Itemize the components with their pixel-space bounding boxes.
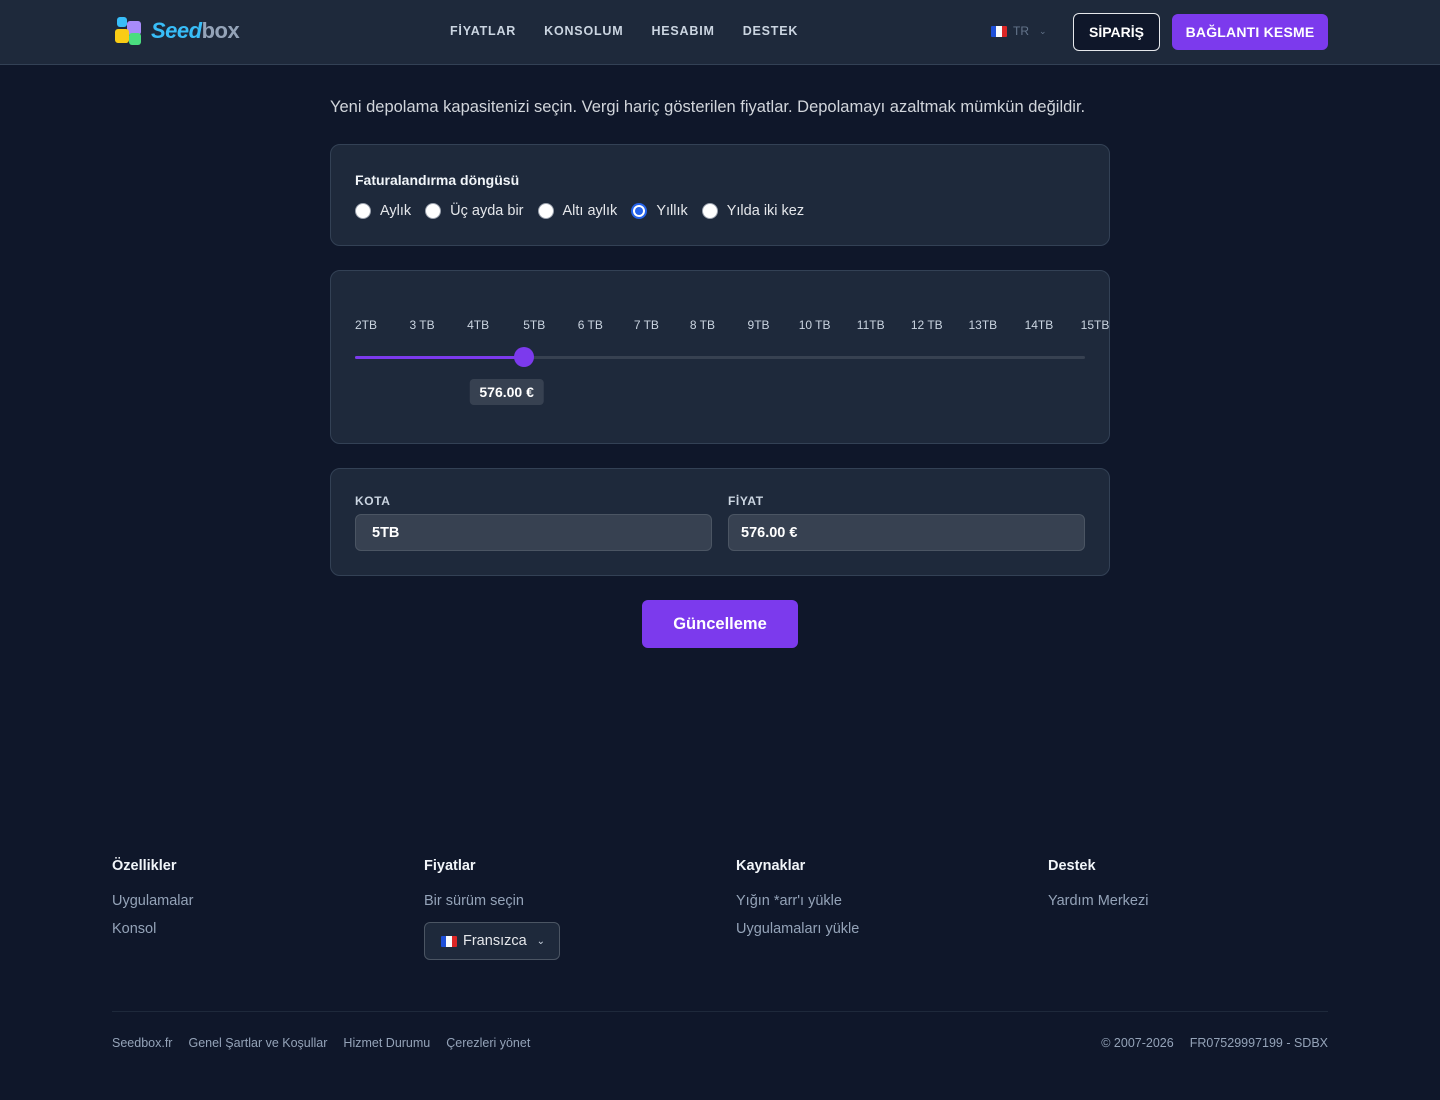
footer-link-terms[interactable]: Genel Şartlar ve Koşullar <box>188 1036 327 1050</box>
logo-text-seed: Seed <box>151 18 202 43</box>
footer-link-cookies[interactable]: Çerezleri yönet <box>446 1036 530 1050</box>
logo-text-box: box <box>201 18 240 43</box>
footer-link-help-center[interactable]: Yardım Merkezi <box>1048 892 1148 910</box>
radio-biannual[interactable] <box>701 203 718 219</box>
footer-link-install-apps[interactable]: Uygulamaları yükle <box>736 920 859 938</box>
main-nav: FİYATLAR KONSOLUM HESABIM DESTEK <box>450 24 798 38</box>
intro-text: Yeni depolama kapasitenizi seçin. Vergi … <box>330 98 1086 116</box>
storage-tick-labels: 2TB 3 TB 4TB 5TB 6 TB 7 TB 8 TB 9TB 10 TB 11TB 12 … <box>331 318 1111 334</box>
radio-monthly[interactable] <box>355 203 371 219</box>
footer-link-status[interactable]: Hizmet Durumu <box>343 1036 430 1050</box>
billing-option-semiannual[interactable]: Altı aylık <box>537 203 617 219</box>
footer-heading-pricing: Fiyatlar <box>424 858 476 874</box>
footer-legal: © 2007-2026 FR07529997199 - SDBX <box>1101 1036 1328 1050</box>
france-flag-icon <box>441 935 457 947</box>
storage-tick-label[interactable]: 5TB <box>523 318 545 332</box>
footer-heading-resources: Kaynaklar <box>736 858 806 874</box>
chevron-down-icon: ⌄ <box>536 935 546 947</box>
billing-cycle-options: Aylık Üç ayda bir Altı aylık Yıllık Yıld… <box>355 203 818 219</box>
footer-language-select[interactable]: Fransızca ⌄ <box>424 922 560 960</box>
storage-tick-label[interactable]: 7 TB <box>634 318 659 332</box>
storage-tick-label[interactable]: 15TB <box>1081 318 1110 332</box>
storage-tick-label[interactable]: 4TB <box>467 318 489 332</box>
nav-console[interactable]: KONSOLUM <box>544 24 623 38</box>
billing-option-biannual[interactable]: Yılda iki kez <box>701 203 804 219</box>
billing-cycle-title: Faturalandırma döngüsü <box>355 172 520 188</box>
radio-semiannual[interactable] <box>537 203 554 219</box>
footer-link-choose-version[interactable]: Bir sürüm seçin <box>424 892 560 910</box>
language-switcher[interactable]: TR ⌄ <box>991 24 1047 38</box>
footer-col-pricing: Fiyatlar Bir sürüm seçin Fransızca ⌄ <box>424 858 560 960</box>
footer-col-resources: Kaynaklar Yığın *arr'ı yükle Uygulamalar… <box>736 858 859 948</box>
footer-copyright: © 2007-2026 <box>1101 1036 1174 1050</box>
language-code: TR <box>1013 24 1029 38</box>
nav-account[interactable]: HESABIM <box>651 24 714 38</box>
footer-language-value: Fransızca <box>463 933 527 949</box>
quota-field[interactable]: 5TB <box>355 514 712 551</box>
storage-tick-label[interactable]: 2TB <box>355 318 377 332</box>
footer-col-features: Özellikler Uygulamalar Konsol <box>112 858 193 948</box>
footer-link-site[interactable]: Seedbox.fr <box>112 1036 172 1050</box>
storage-slider-track[interactable] <box>355 356 1085 359</box>
footer-heading-support: Destek <box>1048 858 1096 874</box>
billing-option-quarterly[interactable]: Üç ayda bir <box>425 203 524 219</box>
price-field[interactable]: 576.00 € <box>728 514 1085 551</box>
billing-option-monthly[interactable]: Aylık <box>355 203 411 219</box>
logo-cubes-icon <box>113 15 149 47</box>
chevron-down-icon: ⌄ <box>1039 25 1047 36</box>
slider-price-tooltip: 576.00 € <box>469 379 544 405</box>
storage-tick-label[interactable]: 6 TB <box>578 318 603 332</box>
storage-tick-label[interactable]: 8 TB <box>690 318 715 332</box>
footer-link-apps[interactable]: Uygulamalar <box>112 892 193 910</box>
footer-heading-features: Özellikler <box>112 858 177 874</box>
storage-tick-label[interactable]: 10 TB <box>799 318 831 332</box>
billing-cycle-card: Faturalandırma döngüsü Aylık Üç ayda bir… <box>330 144 1110 246</box>
quota-label: KOTA <box>355 494 391 508</box>
footer-col-support: Destek Yardım Merkezi <box>1048 858 1148 920</box>
footer-divider <box>112 1011 1328 1012</box>
price-label: FİYAT <box>728 494 764 508</box>
storage-slider-handle[interactable] <box>513 347 534 367</box>
nav-pricing[interactable]: FİYATLAR <box>450 24 516 38</box>
footer-link-arr-stack[interactable]: Yığın *arr'ı yükle <box>736 892 859 910</box>
seedbox-logo[interactable]: Seedbox <box>113 15 245 47</box>
storage-slider-fill <box>355 356 524 359</box>
logout-button[interactable]: BAĞLANTI KESME <box>1172 14 1328 50</box>
storage-tick-label[interactable]: 14TB <box>1025 318 1054 332</box>
footer-bottom-links: Seedbox.fr Genel Şartlar ve Koşullar Hiz… <box>112 1036 530 1050</box>
order-button[interactable]: SİPARİŞ <box>1073 13 1160 51</box>
storage-tick-label[interactable]: 3 TB <box>410 318 435 332</box>
nav-support[interactable]: DESTEK <box>743 24 799 38</box>
footer-company-id: FR07529997199 - SDBX <box>1189 1036 1328 1050</box>
footer-link-console[interactable]: Konsol <box>112 920 193 938</box>
quota-price-card: KOTA 5TB FİYAT 576.00 € <box>330 468 1110 576</box>
storage-tick-label[interactable]: 9TB <box>748 318 770 332</box>
storage-tick-label[interactable]: 13TB <box>969 318 998 332</box>
radio-yearly[interactable] <box>631 203 648 219</box>
storage-slider-card: 2TB 3 TB 4TB 5TB 6 TB 7 TB 8 TB 9TB 10 TB 11TB 12 … <box>330 270 1110 444</box>
storage-tick-label[interactable]: 11TB <box>857 318 885 332</box>
radio-quarterly[interactable] <box>425 203 442 219</box>
billing-option-yearly[interactable]: Yıllık <box>631 203 688 219</box>
storage-tick-label[interactable]: 12 TB <box>911 318 943 332</box>
top-header: Seedbox FİYATLAR KONSOLUM HESABIM DESTEK… <box>0 0 1440 65</box>
france-flag-icon <box>991 25 1007 37</box>
update-button[interactable]: Güncelleme <box>642 600 798 648</box>
